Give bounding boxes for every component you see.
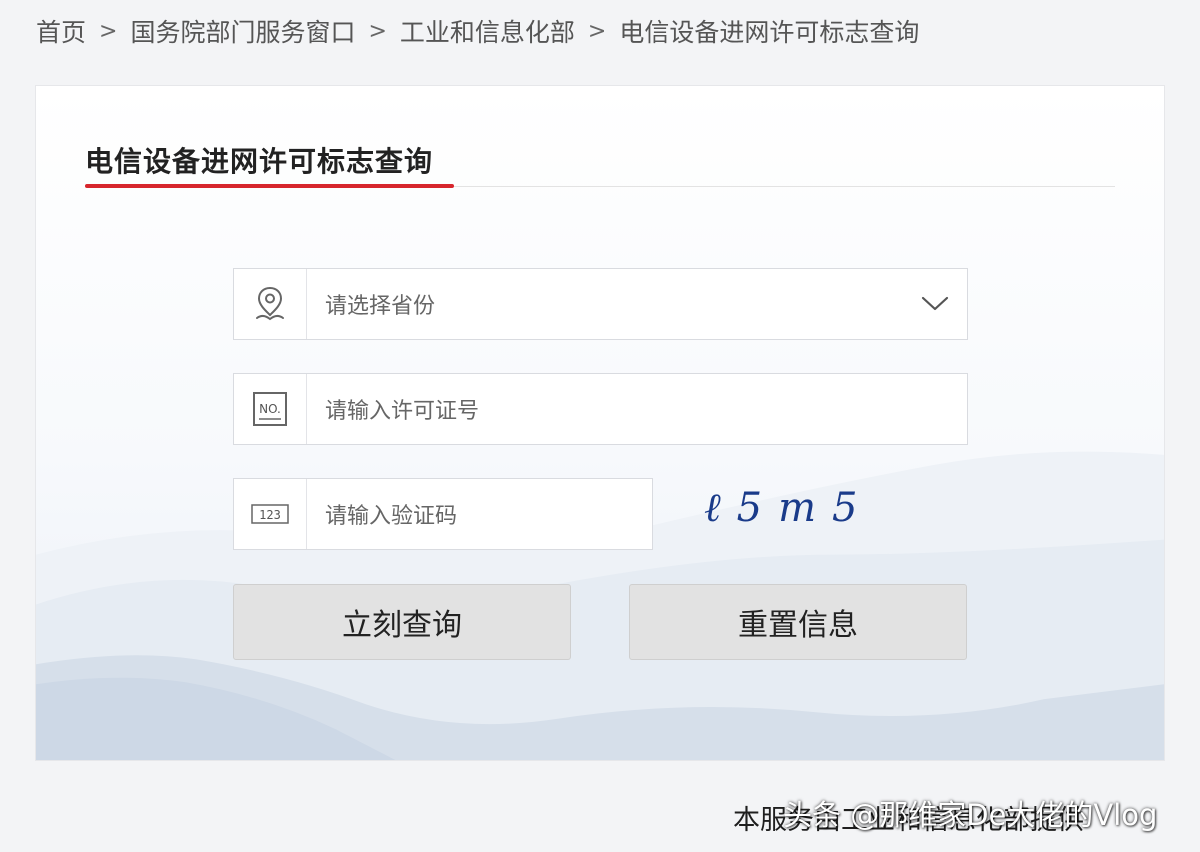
license-number-placeholder: 请输入许可证号	[325, 399, 480, 424]
no-badge-icon: NO.	[234, 374, 307, 444]
query-panel: 电信设备进网许可标志查询 请选择省份 NO. 请输入许可证号 123 请输入验证…	[35, 85, 1165, 761]
title-accent-underline	[85, 184, 454, 188]
captcha-input[interactable]: 123 请输入验证码	[233, 478, 653, 550]
numeric-123-icon: 123	[234, 479, 307, 549]
svg-text:123: 123	[259, 508, 281, 522]
license-number-input[interactable]: NO. 请输入许可证号	[233, 373, 968, 445]
captcha-input-placeholder: 请输入验证码	[325, 504, 458, 529]
breadcrumb-home[interactable]: 首页	[36, 13, 86, 49]
watermark: 头条 @那维家De大佬的Vlog	[783, 798, 1158, 832]
captcha-image[interactable]: ℓ5m5	[704, 484, 904, 544]
breadcrumb-separator: >	[587, 18, 607, 44]
breadcrumb-state-council-services[interactable]: 国务院部门服务窗口	[130, 13, 355, 49]
breadcrumb: 首页 > 国务院部门服务窗口 > 工业和信息化部 > 电信设备进网许可标志查询	[36, 14, 919, 48]
reset-button[interactable]: 重置信息	[629, 584, 967, 660]
province-select-placeholder: 请选择省份	[325, 294, 436, 319]
breadcrumb-miit[interactable]: 工业和信息化部	[400, 13, 575, 49]
query-button[interactable]: 立刻查询	[233, 584, 571, 660]
chevron-down-icon[interactable]	[903, 269, 967, 339]
province-select[interactable]: 请选择省份	[233, 268, 968, 340]
location-pin-icon	[234, 269, 307, 339]
breadcrumb-separator: >	[368, 18, 387, 44]
breadcrumb-current-page: 电信设备进网许可标志查询	[619, 18, 920, 47]
breadcrumb-separator: >	[99, 18, 118, 44]
panel-title: 电信设备进网许可标志查询	[85, 145, 434, 178]
svg-text:NO.: NO.	[259, 402, 281, 416]
